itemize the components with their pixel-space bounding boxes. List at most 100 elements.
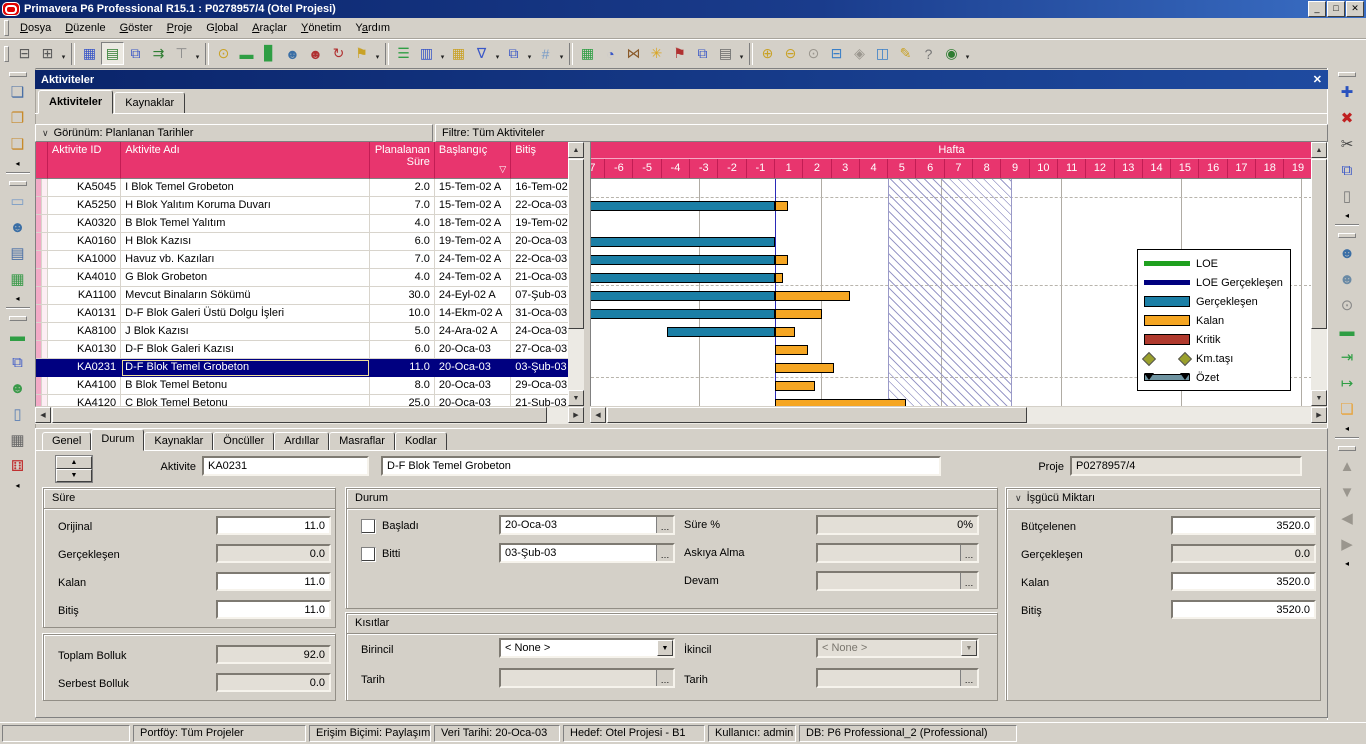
menu-proje[interactable]: Proje bbox=[160, 20, 200, 36]
expenses-icon[interactable]: ▦ bbox=[5, 427, 31, 453]
delete-icon[interactable]: ✖ bbox=[1334, 105, 1360, 131]
previous-activity-icon[interactable]: ▲ bbox=[56, 456, 92, 469]
toolbar-grip[interactable] bbox=[9, 316, 27, 321]
resource-usage-icon[interactable]: ▦ bbox=[576, 42, 599, 65]
field-orijinal[interactable] bbox=[216, 516, 331, 535]
table-header[interactable]: Aktivite IDAktivite AdıPlanalanan SüreBa… bbox=[36, 142, 568, 179]
date-picker-icon[interactable] bbox=[960, 670, 977, 686]
timescale-title[interactable]: Hafta bbox=[591, 142, 1311, 159]
menu-yardım[interactable]: Yardım bbox=[348, 20, 397, 36]
details-tab-ardıllar[interactable]: Ardıllar bbox=[274, 432, 329, 451]
gantt-bar-actual[interactable] bbox=[590, 237, 775, 247]
gantt-bar-remaining[interactable] bbox=[775, 201, 788, 211]
scroll-left-icon[interactable]: ◀ bbox=[590, 407, 606, 423]
date-picker-icon[interactable] bbox=[656, 545, 673, 561]
field-kalan[interactable] bbox=[216, 572, 331, 591]
table-row[interactable]: KA4010G Blok Grobeton4.024-Tem-02 A21-Oc… bbox=[36, 269, 568, 287]
toolbar-grip[interactable] bbox=[1338, 72, 1356, 77]
menu-araçlar[interactable]: Araçlar bbox=[245, 20, 294, 36]
close-button[interactable]: ✕ bbox=[1346, 1, 1364, 17]
date-picker-icon[interactable] bbox=[960, 573, 977, 589]
table-view-icon[interactable]: ▦ bbox=[78, 42, 101, 65]
gantt-bar-remaining[interactable] bbox=[775, 345, 808, 355]
gantt-bar-remaining[interactable] bbox=[775, 363, 834, 373]
gantt-bar-remaining[interactable] bbox=[775, 327, 795, 337]
column-header[interactable]: Aktivite Adı bbox=[121, 142, 370, 179]
collapse-icon[interactable]: ◂ bbox=[1334, 422, 1360, 434]
assign-predecessor-icon[interactable]: ⇥ bbox=[1334, 344, 1360, 370]
column-header[interactable]: Bitiş bbox=[511, 142, 568, 179]
scroll-left-icon[interactable]: ◀ bbox=[35, 407, 51, 423]
table-row[interactable]: KA4120C Blok Temel Betonu25.020-Oca-0321… bbox=[36, 395, 568, 406]
maximize-button[interactable]: □ bbox=[1327, 1, 1345, 17]
tab-aktiviteler[interactable]: Aktiviteler bbox=[38, 90, 113, 114]
collapse-icon[interactable]: ◂ bbox=[5, 157, 31, 169]
add-activity-icon[interactable]: ▬ bbox=[235, 42, 258, 65]
column-header[interactable]: Başlangıç▽ bbox=[435, 142, 511, 179]
gantt-bar-remaining[interactable] bbox=[775, 273, 783, 283]
toolbar-grip[interactable] bbox=[4, 20, 9, 36]
projects-icon[interactable]: ▭ bbox=[5, 188, 31, 214]
dropdown-caret-icon[interactable]: ▾ bbox=[59, 42, 68, 65]
paste-icon[interactable]: ▯ bbox=[1334, 183, 1360, 209]
dropdown-caret-icon[interactable]: ▾ bbox=[438, 42, 447, 65]
layout-icon[interactable]: ⧉ bbox=[502, 42, 525, 65]
date-picker-icon[interactable] bbox=[960, 545, 977, 561]
gantt-bar-actual[interactable] bbox=[590, 201, 775, 211]
copy-icon[interactable]: ⧉ bbox=[1334, 157, 1360, 183]
gantt-bar-remaining[interactable] bbox=[775, 381, 815, 391]
zoom-in-icon[interactable]: ⊕ bbox=[756, 42, 779, 65]
assign-resource-icon[interactable]: ☻ bbox=[1334, 240, 1360, 266]
activity-network-icon[interactable]: ⋈ bbox=[622, 42, 645, 65]
gantt-bar-remaining[interactable] bbox=[775, 255, 788, 265]
web-icon[interactable]: ◉ bbox=[940, 42, 963, 65]
move-down-icon[interactable]: ▼ bbox=[1334, 479, 1360, 505]
center-icon[interactable]: ◈ bbox=[848, 42, 871, 65]
field-bitiş[interactable] bbox=[216, 600, 331, 619]
timescale-weeks[interactable]: -7-6-5-4-3-2-112345678910111213141516171… bbox=[591, 159, 1311, 179]
line-numbers-icon[interactable]: # bbox=[534, 42, 557, 65]
table-row[interactable]: KA5045I Blok Temel Grobeton2.015-Tem-02 … bbox=[36, 179, 568, 197]
band-icon[interactable]: ▤ bbox=[714, 42, 737, 65]
secondary-constraint-date-field[interactable] bbox=[816, 668, 979, 688]
details-tab-öncüller[interactable]: Öncüller bbox=[213, 432, 274, 451]
progress-spotlight-icon[interactable]: ✳ bbox=[645, 42, 668, 65]
primary-constraint-select[interactable]: < None > bbox=[499, 638, 675, 658]
wp-docs-icon[interactable]: ▯ bbox=[5, 401, 31, 427]
scroll-up-icon[interactable]: ▲ bbox=[1311, 142, 1327, 158]
table-row[interactable]: KA0131D-F Blok Galeri Üstü Dolgu İşleri1… bbox=[36, 305, 568, 323]
field-bitiş[interactable] bbox=[1171, 600, 1316, 619]
details-tab-kodlar[interactable]: Kodlar bbox=[395, 432, 447, 451]
scroll-thumb[interactable] bbox=[1311, 159, 1327, 329]
gantt-bar-actual[interactable] bbox=[590, 273, 775, 283]
activity-id-field[interactable] bbox=[202, 456, 369, 476]
constraint-date-field[interactable] bbox=[499, 668, 675, 688]
scroll-down-icon[interactable]: ▼ bbox=[568, 390, 584, 406]
network-view-icon[interactable]: ⧉ bbox=[124, 42, 147, 65]
progress-line-icon[interactable]: ⚑ bbox=[668, 42, 691, 65]
wbs-boxes-icon[interactable]: ⧉ bbox=[5, 349, 31, 375]
table-row[interactable]: KA0320B Blok Temel Yalıtım4.018-Tem-02 A… bbox=[36, 215, 568, 233]
move-up-icon[interactable]: ▲ bbox=[1334, 453, 1360, 479]
resource-histogram-icon[interactable]: ▊ bbox=[258, 42, 281, 65]
assign-successor-icon[interactable]: ↦ bbox=[1334, 370, 1360, 396]
suspend-date-field[interactable] bbox=[816, 543, 979, 563]
toolbar-grip[interactable] bbox=[9, 72, 27, 77]
collapse-icon[interactable]: ◂ bbox=[1334, 557, 1360, 569]
organize-icon[interactable]: ❏ bbox=[1334, 396, 1360, 422]
table-row[interactable]: KA1000Havuz vb. Kazıları7.024-Tem-02 A22… bbox=[36, 251, 568, 269]
started-checkbox[interactable] bbox=[361, 519, 376, 534]
horizontal-split-icon[interactable]: ⊟ bbox=[825, 42, 848, 65]
column-header[interactable]: Aktivite ID bbox=[48, 142, 121, 179]
dropdown-caret-icon[interactable]: ▾ bbox=[193, 42, 202, 65]
risks-icon[interactable]: ⚅ bbox=[5, 453, 31, 479]
tracking-icon[interactable]: ▦ bbox=[5, 266, 31, 292]
scroll-thumb[interactable] bbox=[52, 407, 547, 423]
finished-checkbox[interactable] bbox=[361, 547, 376, 562]
dropdown-caret-icon[interactable]: ▾ bbox=[963, 42, 972, 65]
date-picker-icon[interactable] bbox=[656, 670, 673, 686]
table-row[interactable]: KA8100J Blok Kazısı5.024-Ara-02 A24-Oca-… bbox=[36, 323, 568, 341]
gantt-vertical-scrollbar[interactable]: ▲ ▼ bbox=[1311, 142, 1327, 406]
toolbar-grip[interactable] bbox=[1338, 446, 1356, 451]
timescale-icon[interactable]: ◔ bbox=[599, 42, 622, 65]
